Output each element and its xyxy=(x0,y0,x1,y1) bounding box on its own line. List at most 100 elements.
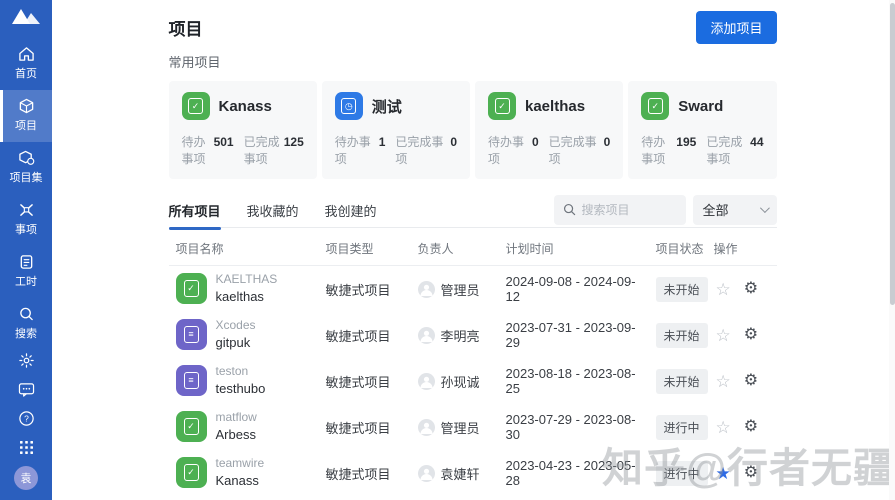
owner-name: 李明亮 xyxy=(441,326,480,345)
tab-my-favorites[interactable]: 我收藏的 xyxy=(247,201,299,230)
project-cube-icon xyxy=(18,98,35,114)
sidebar-item-issues[interactable]: 事项 xyxy=(0,194,52,246)
col-planned-time: 计划时间 xyxy=(499,240,649,257)
sidebar-item-label: 搜索 xyxy=(15,325,37,341)
mountain-logo-icon xyxy=(11,7,41,31)
project-title: matflow xyxy=(216,410,257,426)
sidebar-item-timesheet[interactable]: 工时 xyxy=(0,246,52,298)
tab-all-projects[interactable]: 所有项目 xyxy=(169,201,221,230)
svg-text:?: ? xyxy=(24,413,29,423)
scrollbar-track[interactable] xyxy=(889,0,895,500)
star-icon[interactable]: ★ xyxy=(716,465,731,482)
gear-icon[interactable]: ⚙ xyxy=(744,465,758,481)
favorites-section-title: 常用项目 xyxy=(169,52,777,71)
card-project-name: Kanass xyxy=(219,98,272,115)
sidebar-item-label: 事项 xyxy=(15,221,37,237)
star-icon[interactable]: ☆ xyxy=(716,327,731,344)
project-icon: ✓ xyxy=(182,92,210,120)
col-actions: 操作 xyxy=(707,240,777,257)
status-badge: 进行中 xyxy=(656,461,708,486)
table-row[interactable]: ✓teamwireKanass敏捷式项目袁婕轩2023-04-23 - 2023… xyxy=(169,450,777,496)
project-icon: ≡ xyxy=(176,319,207,350)
owner-avatar-icon xyxy=(418,281,435,298)
card-stats: 待办事项 1 已完成事项 0 xyxy=(335,133,457,167)
card-stats: 待办事项 0 已完成事项 0 xyxy=(488,133,610,167)
project-type: 敏捷式项目 xyxy=(319,326,411,345)
table-row[interactable]: ≡Xcodesgitpuk敏捷式项目李明亮2023-07-31 - 2023-0… xyxy=(169,312,777,358)
scrollbar-thumb[interactable] xyxy=(890,3,895,305)
gear-icon[interactable]: ⚙ xyxy=(744,373,758,389)
col-project-name: 项目名称 xyxy=(169,240,319,257)
search-icon xyxy=(563,203,576,216)
timesheet-icon xyxy=(18,254,35,270)
project-subtitle: Kanass xyxy=(216,472,265,490)
apps-grid-icon[interactable] xyxy=(16,437,36,457)
planned-time: 2023-07-29 - 2023-08-30 xyxy=(499,412,649,442)
card-project-name: 测试 xyxy=(372,96,402,117)
project-icon: ✓ xyxy=(176,457,207,488)
help-icon[interactable]: ? xyxy=(16,408,36,428)
owner-name: 孙现诚 xyxy=(441,372,480,391)
project-title: KAELTHAS xyxy=(216,272,278,288)
table-header: 项目名称 项目类型 负责人 计划时间 项目状态 操作 xyxy=(169,240,777,266)
chevron-down-icon xyxy=(759,203,769,213)
message-icon[interactable] xyxy=(16,379,36,399)
table-row[interactable]: ≡testontesthubo敏捷式项目孙现诚2023-08-18 - 2023… xyxy=(169,358,777,404)
project-card[interactable]: ◷ 测试 待办事项 1 已完成事项 0 xyxy=(322,81,470,179)
project-card[interactable]: ✓ kaelthas 待办事项 0 已完成事项 0 xyxy=(475,81,623,179)
table-row[interactable]: ◷CS测试敏捷式项目袁婕轩2024-07-05 - 2024-08-29未开始☆… xyxy=(169,496,777,500)
todo-count: 195 xyxy=(676,135,696,149)
project-subtitle: Arbess xyxy=(216,426,257,444)
done-count: 44 xyxy=(750,135,763,149)
done-count: 0 xyxy=(604,135,611,149)
todo-count: 1 xyxy=(379,135,386,149)
gear-icon[interactable]: ⚙ xyxy=(744,281,758,297)
star-icon[interactable]: ☆ xyxy=(716,373,731,390)
sidebar-item-home[interactable]: 首页 xyxy=(0,38,52,90)
project-type: 敏捷式项目 xyxy=(319,280,411,299)
col-project-type: 项目类型 xyxy=(319,240,411,257)
tab-my-created[interactable]: 我创建的 xyxy=(325,201,377,230)
card-project-name: Sward xyxy=(678,98,723,115)
main-area: 项目 添加项目 常用项目 ✓ Kanass 待办事项 501 已 xyxy=(52,0,893,500)
project-subtitle: testhubo xyxy=(216,380,266,398)
app-window: 首页 项目 项目集 事项 xyxy=(0,0,895,500)
dropdown-value: 全部 xyxy=(703,200,729,219)
gear-icon[interactable]: ⚙ xyxy=(744,327,758,343)
star-icon[interactable]: ☆ xyxy=(716,281,731,298)
project-type: 敏捷式项目 xyxy=(319,464,411,483)
sidebar-item-label: 首页 xyxy=(15,65,37,81)
done-count: 0 xyxy=(450,135,457,149)
search-icon xyxy=(18,306,35,322)
table-row[interactable]: ✓KAELTHASkaelthas敏捷式项目管理员2024-09-08 - 20… xyxy=(169,266,777,312)
project-icon: ✓ xyxy=(488,92,516,120)
search-input[interactable] xyxy=(582,203,672,217)
planned-time: 2023-04-23 - 2023-05-28 xyxy=(499,458,649,488)
todo-label: 待办事项 xyxy=(641,133,676,167)
app-logo[interactable] xyxy=(0,0,52,38)
sidebar-item-projects[interactable]: 项目 xyxy=(0,90,52,142)
sidebar-item-project-sets[interactable]: 项目集 xyxy=(0,142,52,194)
gear-icon[interactable]: ⚙ xyxy=(744,419,758,435)
favorite-project-cards: ✓ Kanass 待办事项 501 已完成事项 125 ◷ xyxy=(169,81,777,179)
status-badge: 未开始 xyxy=(656,277,708,302)
table-row[interactable]: ✓matflowArbess敏捷式项目管理员2023-07-29 - 2023-… xyxy=(169,404,777,450)
owner-name: 袁婕轩 xyxy=(441,464,480,483)
status-badge: 未开始 xyxy=(656,369,708,394)
status-filter-dropdown[interactable]: 全部 xyxy=(693,195,777,225)
project-search[interactable] xyxy=(554,195,686,225)
settings-gear-icon[interactable] xyxy=(16,350,36,370)
todo-count: 0 xyxy=(532,135,539,149)
project-card[interactable]: ✓ Sward 待办事项 195 已完成事项 44 xyxy=(628,81,776,179)
sidebar-item-search[interactable]: 搜索 xyxy=(0,298,52,350)
star-icon[interactable]: ☆ xyxy=(716,419,731,436)
owner-avatar-icon xyxy=(418,465,435,482)
status-badge: 进行中 xyxy=(656,415,708,440)
project-card[interactable]: ✓ Kanass 待办事项 501 已完成事项 125 xyxy=(169,81,317,179)
project-type: 敏捷式项目 xyxy=(319,418,411,437)
user-avatar[interactable]: 袁 xyxy=(14,466,38,490)
add-project-button[interactable]: 添加项目 xyxy=(696,11,776,44)
project-icon: ✓ xyxy=(641,92,669,120)
owner-avatar-icon xyxy=(418,373,435,390)
status-badge: 未开始 xyxy=(656,323,708,348)
